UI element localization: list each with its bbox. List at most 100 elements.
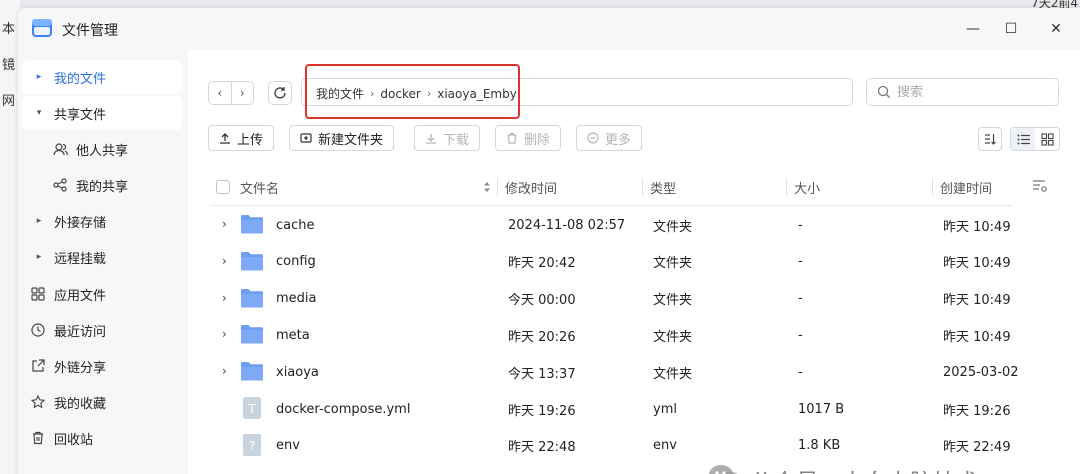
table-row[interactable]: › meta 昨天 20:26 文件夹 - 昨天 10:49 — [210, 316, 1012, 353]
minimize-button[interactable]: — — [962, 18, 984, 40]
star-icon — [30, 395, 46, 409]
search-input[interactable] — [897, 84, 1047, 100]
folder-icon — [241, 362, 263, 381]
search-icon — [877, 85, 890, 98]
sort-toggle-icon[interactable] — [483, 178, 491, 196]
new-folder-button[interactable]: 新建文件夹 — [289, 125, 395, 151]
header-size[interactable]: 大小 — [794, 178, 820, 197]
file-name[interactable]: config — [276, 253, 316, 271]
file-size: - — [798, 327, 803, 343]
maximize-button[interactable]: ☐ — [1000, 18, 1022, 40]
file-name[interactable]: docker-compose.yml — [276, 400, 410, 418]
table-row[interactable]: › xiaoya 今天 13:37 文件夹 - 2025-03-02 — [210, 353, 1019, 390]
sidebar-item-favorites[interactable]: 我的收藏 — [22, 385, 182, 419]
select-all-checkbox[interactable] — [216, 178, 230, 196]
table-row[interactable]: › config 昨天 20:42 文件夹 - 昨天 10:49 — [210, 243, 1012, 280]
main-panel: ‹ › 我的文件 › docker › xiaoya_Emby 上传 — [190, 50, 1080, 474]
sidebar-item-shared-with-me[interactable]: 他人共享 — [22, 132, 182, 166]
sidebar-item-remote-mount[interactable]: ▸ 远程挂载 — [22, 240, 182, 274]
sidebar-item-external-links[interactable]: 外链分享 — [22, 349, 182, 383]
file-name[interactable]: cache — [276, 216, 315, 234]
table-row[interactable]: Tdocker-compose.yml 昨天 19:26 yml 1017 B 昨天 1… — [210, 390, 1012, 427]
sort-button[interactable] — [978, 127, 1002, 151]
column-settings-button[interactable] — [1032, 178, 1048, 197]
unknown-file-icon: ? — [243, 433, 261, 456]
delete-button[interactable]: 删除 — [495, 125, 562, 151]
caret-right-icon: ▸ — [36, 216, 42, 226]
more-button[interactable]: 更多 — [576, 125, 643, 151]
more-label: 更多 — [605, 132, 632, 148]
sidebar-item-app-files[interactable]: 应用文件 — [22, 277, 182, 311]
download-button[interactable]: 下载 — [414, 125, 481, 151]
header-name[interactable]: 文件名 — [240, 178, 279, 197]
file-type: 文件夹 — [653, 366, 693, 382]
sidebar-item-label: 回收站 — [54, 432, 94, 448]
refresh-button[interactable] — [268, 81, 292, 105]
modified-time: 昨天 19:26 — [508, 403, 576, 419]
background-app-edge: 本 镜 网 — [0, 0, 20, 474]
modified-time: 今天 00:00 — [508, 293, 576, 309]
file-name[interactable]: meta — [276, 326, 310, 344]
background-top-strip — [0, 0, 1080, 8]
modified-time: 2024-11-08 02:57 — [508, 217, 626, 233]
list-view-button[interactable] — [1011, 128, 1035, 150]
expand-chevron-icon[interactable]: › — [222, 327, 227, 341]
file-size: 1.8 KB — [798, 438, 841, 454]
apps-icon — [30, 287, 46, 301]
header-created[interactable]: 创建时间 — [940, 178, 992, 197]
sidebar-item-label: 我的文件 — [54, 71, 107, 87]
nav-buttons: ‹ › — [208, 81, 254, 105]
file-name[interactable]: xiaoya — [276, 363, 319, 381]
file-name[interactable]: media — [276, 290, 317, 308]
expand-chevron-icon[interactable]: › — [222, 217, 227, 231]
sort-icon — [985, 134, 996, 145]
expand-chevron-icon[interactable]: › — [222, 291, 227, 305]
back-button[interactable]: ‹ — [209, 82, 232, 104]
file-manager-app-icon — [32, 19, 52, 37]
trash-icon — [30, 431, 46, 445]
close-button[interactable]: ✕ — [1045, 18, 1067, 40]
table-row[interactable]: ? env 昨天 22:48 env 1.8 KB 昨天 22:49 — [210, 427, 1012, 464]
folder-icon — [241, 288, 263, 308]
sidebar-item-label: 共享文件 — [54, 107, 107, 123]
upload-button[interactable]: 上传 — [208, 125, 275, 151]
table-header: 文件名 修改时间 类型 大小 创建时间 — [210, 168, 1012, 206]
file-type: yml — [653, 401, 677, 417]
sidebar-item-label: 最近访问 — [54, 324, 107, 340]
search-box[interactable] — [866, 78, 1059, 106]
file-manager-window: 文件管理 — ☐ ✕ ▸ 我的文件 ▾ 共享文件 他人共享 我的共享 ▸ 外接存… — [18, 8, 1080, 474]
expand-chevron-icon[interactable]: › — [222, 364, 227, 378]
sidebar-item-label: 我的收藏 — [54, 396, 107, 412]
forward-button[interactable]: › — [232, 82, 254, 104]
sidebar-item-my-shares[interactable]: 我的共享 — [22, 168, 182, 202]
caret-right-icon: ▸ — [36, 72, 42, 82]
grid-view-button[interactable] — [1035, 128, 1059, 150]
sidebar-item-recycle-bin[interactable]: 回收站 — [22, 421, 182, 455]
sidebar-item-my-files[interactable]: ▸ 我的文件 — [22, 60, 182, 94]
sidebar-item-label: 应用文件 — [54, 288, 107, 304]
header-modified[interactable]: 修改时间 — [505, 178, 557, 197]
table-row[interactable]: › media 今天 00:00 文件夹 - 昨天 10:49 — [210, 280, 1012, 317]
file-type: 文件夹 — [653, 219, 693, 235]
sidebar-item-label: 远程挂载 — [54, 251, 107, 267]
table-row[interactable]: › cache 2024-11-08 02:57 文件夹 - 昨天 10:49 — [210, 206, 1012, 243]
file-icon-glyph: ? — [249, 439, 255, 453]
file-size: - — [798, 254, 803, 270]
modified-time: 今天 13:37 — [508, 366, 576, 382]
upload-label: 上传 — [237, 132, 264, 148]
delete-label: 删除 — [524, 132, 551, 148]
expand-chevron-icon[interactable]: › — [222, 254, 227, 268]
sidebar-item-label: 他人共享 — [76, 143, 129, 159]
sidebar-item-external-storage[interactable]: ▸ 外接存储 — [22, 204, 182, 238]
text-file-icon: T — [243, 397, 261, 419]
modified-time: 昨天 20:42 — [508, 256, 576, 272]
folder-icon — [241, 215, 263, 234]
file-name[interactable]: env — [276, 437, 300, 455]
watermark: 公众号 · 小白电脑技术 — [708, 463, 979, 474]
file-type: env — [653, 438, 677, 454]
header-type[interactable]: 类型 — [650, 178, 676, 197]
sidebar-item-shared-files[interactable]: ▾ 共享文件 — [22, 96, 182, 130]
window-title: 文件管理 — [62, 23, 118, 39]
sidebar-item-recent[interactable]: 最近访问 — [22, 313, 182, 347]
new-folder-icon — [300, 132, 312, 144]
